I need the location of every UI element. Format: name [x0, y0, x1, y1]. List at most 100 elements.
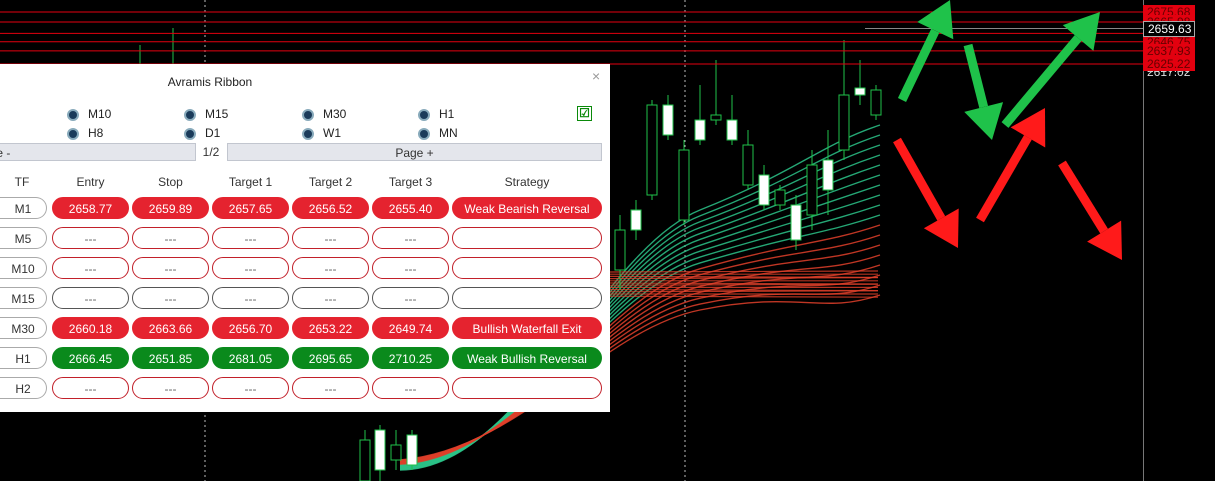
signal-cell: --- [212, 257, 289, 279]
page-prev-button[interactable]: Page - [0, 143, 196, 161]
timeframe-option-w1[interactable]: W1 [302, 125, 341, 141]
candle-body [838, 94, 850, 151]
checkbox-icon[interactable]: ☑ [577, 106, 592, 121]
timeframe-label: M10 [88, 107, 112, 121]
strategy-cell [452, 257, 602, 279]
candle-body [870, 89, 882, 116]
signal-cell: 2656.52 [292, 197, 369, 219]
signal-cell: --- [212, 287, 289, 309]
row-timeframe: M10 [0, 257, 47, 279]
strategy-cell [452, 377, 602, 399]
strategy-cell [452, 227, 602, 249]
signal-cell: --- [212, 377, 289, 399]
signal-cell: 2657.65 [212, 197, 289, 219]
timeframe-label: MN [439, 126, 458, 140]
ribbon-band [609, 270, 879, 273]
candle-body [806, 164, 818, 216]
candle-body [662, 104, 674, 136]
column-header: Stop [158, 175, 183, 189]
row-timeframe: M15 [0, 287, 47, 309]
avramis-ribbon-panel: Avramis Ribbon × M10 M15 M30 H1 H8 D1 W1 MN ☑ P… [0, 64, 610, 412]
radio-icon [67, 108, 79, 121]
signal-cell: --- [372, 227, 449, 249]
level-price-label: 2625.22 [1143, 56, 1195, 71]
signal-cell: 2649.74 [372, 317, 449, 339]
timeframe-option-m15[interactable]: M15 [184, 106, 228, 122]
signal-cell: 2653.22 [292, 317, 369, 339]
column-header: Entry [76, 175, 105, 189]
signal-cell: 2710.25 [372, 347, 449, 369]
timeframe-option-m30[interactable]: M30 [302, 106, 346, 122]
timeframe-option-m10[interactable]: M10 [67, 106, 111, 122]
row-timeframe: M30 [0, 317, 47, 339]
signal-cell: 2663.66 [132, 317, 209, 339]
bull-arrow [897, 28, 940, 102]
candle-body [406, 434, 418, 466]
candle-body [694, 119, 706, 141]
radio-icon [418, 108, 430, 121]
timeframe-option-h8[interactable]: H8 [67, 125, 103, 141]
timeframe-label: D1 [205, 126, 221, 140]
timeframe-option-h1[interactable]: H1 [418, 106, 454, 122]
signal-cell: 2660.18 [52, 317, 129, 339]
signal-cell: --- [132, 287, 209, 309]
radio-icon [302, 127, 314, 140]
candle-body [726, 119, 738, 141]
signal-cell: --- [132, 377, 209, 399]
candle-body [374, 429, 386, 471]
ribbon-band [609, 295, 879, 298]
page-prev-label: Page - [0, 146, 11, 160]
radio-icon [418, 127, 430, 140]
candle-body [742, 144, 754, 186]
candle-body [646, 104, 658, 196]
candle-body [678, 149, 690, 221]
signal-cell: --- [292, 227, 369, 249]
signal-cell: 2659.89 [132, 197, 209, 219]
candle-body [614, 229, 626, 271]
signal-cell: --- [52, 287, 129, 309]
panel-title: Avramis Ribbon [167, 75, 253, 89]
signal-cell: --- [132, 257, 209, 279]
signal-cell: --- [292, 287, 369, 309]
radio-icon [184, 108, 196, 121]
row-timeframe: M1 [0, 197, 47, 219]
strategy-cell [452, 287, 602, 309]
signal-cell: --- [52, 227, 129, 249]
signal-cell: 2651.85 [132, 347, 209, 369]
signal-cell: 2655.40 [372, 197, 449, 219]
timeframe-option-d1[interactable]: D1 [184, 125, 220, 141]
timeframe-label: M15 [205, 107, 229, 121]
ribbon-band [609, 290, 879, 293]
bull-arrow [963, 43, 989, 109]
candle-body [790, 204, 802, 241]
signal-cell: 2656.70 [212, 317, 289, 339]
timeframe-label: M30 [323, 107, 347, 121]
column-header: Target 3 [388, 175, 433, 189]
timeframe-label: H8 [88, 126, 104, 140]
signal-cell: --- [372, 287, 449, 309]
candle-body [359, 439, 371, 481]
strategy-cell: Bullish Waterfall Exit [452, 317, 602, 339]
bear-arrow [976, 135, 1032, 223]
bull-arrow-head [964, 102, 1004, 140]
radio-icon [67, 127, 79, 140]
close-icon[interactable]: × [592, 68, 600, 84]
signal-cell: --- [132, 227, 209, 249]
candle-body [390, 444, 402, 461]
column-header: Target 1 [228, 175, 273, 189]
signal-cell: 2681.05 [212, 347, 289, 369]
timeframe-label: W1 [323, 126, 341, 140]
row-timeframe: M5 [0, 227, 47, 249]
row-timeframe: H2 [0, 377, 47, 399]
current-price-label: 2659.63 [1143, 21, 1195, 38]
signal-cell: --- [52, 257, 129, 279]
timeframe-option-mn[interactable]: MN [418, 125, 458, 141]
row-timeframe: H1 [0, 347, 47, 369]
signal-cell: --- [212, 227, 289, 249]
page-next-button[interactable]: Page + [227, 143, 602, 161]
page-number: 1/2 [202, 145, 220, 159]
column-header: Strategy [504, 175, 550, 189]
candle-body [630, 209, 642, 231]
signal-cell: 2658.77 [52, 197, 129, 219]
level-price-label: 2637.93 [1143, 43, 1195, 58]
